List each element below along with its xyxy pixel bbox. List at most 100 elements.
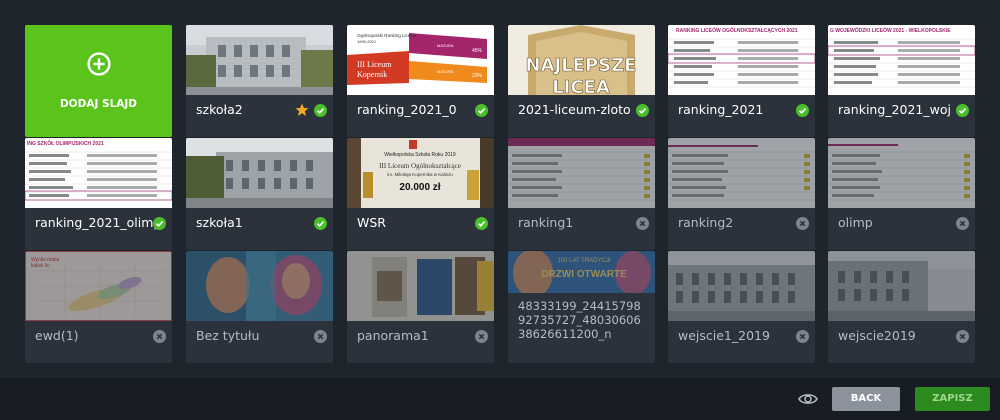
svg-text:im. Mikołaja Kopernika w Kalis: im. Mikołaja Kopernika w Kaliszu: [387, 172, 453, 177]
slide-thumbnail: NAJLEPSZE LICEA: [508, 25, 655, 95]
slide-tile[interactable]: ING SZKÓŁ OLIMPIJSKICH 2021 ranking_2021…: [25, 138, 172, 250]
svg-text:kalisk lic: kalisk lic: [31, 263, 50, 269]
slide-footer: ranking_2021_0: [347, 95, 494, 137]
slide-name: panorama1: [357, 328, 429, 343]
slide-footer: szkoła1: [186, 208, 333, 250]
slide-thumbnail: [828, 138, 975, 208]
disabled-x-icon[interactable]: [796, 217, 809, 230]
slide-footer: wejscie1_2019: [668, 321, 815, 363]
svg-text:G WOJEWÓDZKI LICEÓW 2021 - WIE: G WOJEWÓDZKI LICEÓW 2021 - WIELKOPOLSKIE: [830, 26, 951, 34]
slide-footer: ranking_2021_olimp: [25, 208, 172, 250]
slide-thumbnail: G WOJEWÓDZKI LICEÓW 2021 - WIELKOPOLSKIE: [828, 25, 975, 95]
disabled-x-icon[interactable]: [153, 330, 166, 343]
check-icon[interactable]: [153, 217, 166, 230]
slide-name: ranking_2021_woj: [838, 102, 951, 117]
disabled-x-icon[interactable]: [956, 217, 969, 230]
svg-text:20.000 zł: 20.000 zł: [399, 182, 440, 193]
slide-tile[interactable]: Wyniki matur kalisk lic ewd(1): [25, 251, 172, 363]
slide-thumbnail: [668, 251, 815, 321]
bottom-toolbar: BACK ZAPISZ: [0, 378, 1000, 420]
slide-name: ranking_2021_olimp: [35, 215, 162, 230]
check-icon[interactable]: [796, 104, 809, 117]
slide-tile[interactable]: ranking2: [668, 138, 815, 250]
slide-footer: olimp: [828, 208, 975, 250]
slide-tile[interactable]: Ogólnopolski Ranking Liceów 1999-2021 II…: [347, 25, 494, 137]
slide-footer: ewd(1): [25, 321, 172, 363]
slide-tile[interactable]: Wielkopolska Szkoła Roku 2019 III Liceum…: [347, 138, 494, 250]
disabled-x-icon[interactable]: [314, 330, 327, 343]
slide-thumbnail: Wyniki matur kalisk lic: [25, 251, 172, 321]
check-icon[interactable]: [314, 217, 327, 230]
slide-thumbnail: [186, 138, 333, 208]
slide-footer: szkoła2: [186, 95, 333, 137]
svg-text:DRZWI OTWARTE: DRZWI OTWARTE: [541, 269, 627, 280]
svg-text:45%: 45%: [472, 48, 483, 54]
save-button[interactable]: ZAPISZ: [915, 387, 990, 411]
disabled-x-icon[interactable]: [956, 330, 969, 343]
slide-tile[interactable]: panorama1: [347, 251, 494, 363]
slide-tile[interactable]: wejscie2019: [828, 251, 975, 363]
check-icon[interactable]: [636, 104, 649, 117]
svg-text:NAJLEPSZE: NAJLEPSZE: [526, 55, 637, 76]
slide-tile[interactable]: olimp: [828, 138, 975, 250]
slide-thumbnail: RANKING LICEÓW OGÓLNOKSZTAŁCĄCYCH 2021: [668, 25, 815, 95]
slide-tile[interactable]: NAJLEPSZE LICEA 2021-liceum-zloto: [508, 25, 655, 137]
slide-thumbnail: [347, 251, 494, 321]
slide-name: wejscie2019: [838, 328, 916, 343]
slide-thumbnail: [668, 138, 815, 208]
svg-text:23%: 23%: [472, 73, 483, 79]
slide-tile[interactable]: ranking1: [508, 138, 655, 250]
slide-thumbnail: 100 LAT TRADYCJI DRZWI OTWARTE: [508, 251, 655, 293]
slide-name: olimp: [838, 215, 873, 230]
check-icon[interactable]: [475, 217, 488, 230]
svg-text:MATURA: MATURA: [437, 69, 454, 74]
slide-tile[interactable]: szkoła1: [186, 138, 333, 250]
slide-tile[interactable]: RANKING LICEÓW OGÓLNOKSZTAŁCĄCYCH 2021 r…: [668, 25, 815, 137]
svg-text:III Liceum: III Liceum: [357, 60, 392, 69]
svg-text:100 LAT TRADYCJI: 100 LAT TRADYCJI: [557, 258, 610, 264]
svg-text:MATURA: MATURA: [437, 43, 454, 48]
slide-tile[interactable]: 100 LAT TRADYCJI DRZWI OTWARTE 48333199_…: [508, 251, 655, 363]
slide-tile[interactable]: szkoła2: [186, 25, 333, 137]
slide-thumbnail: [186, 251, 333, 321]
slide-thumbnail: Wielkopolska Szkoła Roku 2019 III Liceum…: [347, 138, 494, 208]
slide-name: ewd(1): [35, 328, 79, 343]
svg-text:ING SZKÓŁ OLIMPIJSKICH 2021: ING SZKÓŁ OLIMPIJSKICH 2021: [27, 139, 104, 147]
slide-thumbnail: [508, 138, 655, 208]
add-slide-button[interactable]: DODAJ SLAJD: [25, 25, 172, 137]
slide-footer: ranking2: [668, 208, 815, 250]
eye-icon[interactable]: [798, 389, 818, 409]
check-icon[interactable]: [314, 104, 327, 117]
add-slide-label: DODAJ SLAJD: [59, 98, 138, 110]
slide-footer: WSR: [347, 208, 494, 250]
check-icon[interactable]: [475, 104, 488, 117]
star-icon[interactable]: [295, 103, 309, 117]
slide-thumbnail: [186, 25, 333, 95]
svg-text:RANKING LICEÓW OGÓLNOKSZTAŁCĄC: RANKING LICEÓW OGÓLNOKSZTAŁCĄCYCH 2021: [676, 26, 798, 34]
svg-text:Kopernik: Kopernik: [357, 70, 387, 79]
disabled-x-icon[interactable]: [796, 330, 809, 343]
slide-tile[interactable]: wejscie1_2019: [668, 251, 815, 363]
slide-tile[interactable]: G WOJEWÓDZKI LICEÓW 2021 - WIELKOPOLSKIE…: [828, 25, 975, 137]
slide-name: szkoła2: [196, 102, 243, 117]
slide-footer: 2021-liceum-zloto: [508, 95, 655, 137]
slide-name: ranking1: [518, 215, 574, 230]
slide-footer: ranking_2021_woj: [828, 95, 975, 137]
slide-thumbnail: ING SZKÓŁ OLIMPIJSKICH 2021: [25, 138, 172, 208]
slide-name: wejscie1_2019: [678, 328, 770, 343]
disabled-x-icon[interactable]: [636, 217, 649, 230]
slide-name: ranking2: [678, 215, 734, 230]
slide-thumbnail: Ogólnopolski Ranking Liceów 1999-2021 II…: [347, 25, 494, 95]
svg-text:Wielkopolska Szkoła Roku 2019: Wielkopolska Szkoła Roku 2019: [384, 152, 456, 158]
slide-footer: ranking_2021: [668, 95, 815, 137]
slide-footer: wejscie2019: [828, 321, 975, 363]
slide-tile[interactable]: Bez tytułu: [186, 251, 333, 363]
slide-thumbnail: [828, 251, 975, 321]
disabled-x-icon[interactable]: [475, 330, 488, 343]
check-icon[interactable]: [956, 104, 969, 117]
slide-footer: 48333199_24415798 92735727_48030606 3862…: [508, 293, 655, 363]
slide-name: WSR: [357, 215, 386, 230]
back-button[interactable]: BACK: [832, 387, 900, 411]
slide-footer: Bez tytułu: [186, 321, 333, 363]
svg-text:Ogólnopolski Ranking Liceów: Ogólnopolski Ranking Liceów: [357, 33, 417, 38]
